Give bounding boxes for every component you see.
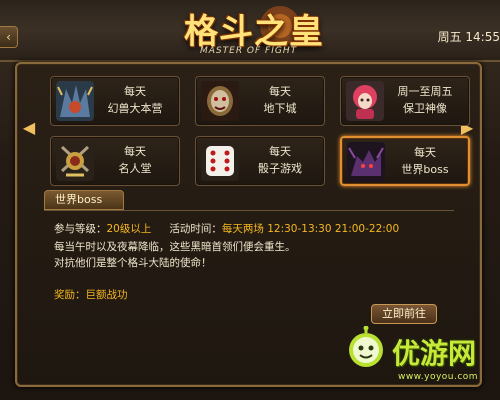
description-line-1: 每当午时以及夜幕降临，这些黑暗首领们便会重生。 xyxy=(54,241,296,253)
card-dice-game[interactable]: 每天 骰子游戏 xyxy=(195,136,325,186)
activity-detail: 世界boss 参与等级：20级以上 活动时间：每天两场 12:30-13:30 2… xyxy=(44,190,454,324)
card-title: 名人堂 xyxy=(118,162,152,175)
activity-grid: 每天 幻兽大本营 每天 地下城 周一至周五 保卫神像 每天 名人堂 每天 骰子游戏 每天世… xyxy=(50,76,470,186)
card-dungeon[interactable]: 每天 地下城 xyxy=(195,76,325,126)
logo-subtitle: MASTER OF FIGHT xyxy=(200,46,298,56)
card-guard-statue[interactable]: 周一至周五 保卫神像 xyxy=(340,76,470,126)
card-schedule: 每天 xyxy=(414,146,436,159)
watermark: 优游网 www.yoyou.com xyxy=(338,318,498,398)
card-title: 骰子游戏 xyxy=(258,162,302,175)
detail-tab: 世界boss xyxy=(44,190,124,210)
description-line-2: 对抗他们是整个格斗大陆的使命！ xyxy=(54,257,212,269)
beast-camp-icon xyxy=(56,81,94,121)
dungeon-icon xyxy=(201,81,239,121)
mascot-logo-icon xyxy=(344,325,388,376)
card-title: 地下城 xyxy=(263,102,297,115)
level-label: 参与等级： xyxy=(54,223,107,235)
card-schedule: 周一至周五 xyxy=(397,85,453,98)
card-title: 世界boss xyxy=(401,163,449,176)
hall-of-fame-icon xyxy=(56,141,94,181)
game-logo: 格斗之皇 MASTER OF FIGHT xyxy=(170,4,350,62)
card-schedule: 每天 xyxy=(269,85,291,98)
back-button[interactable]: ‹ xyxy=(0,26,18,48)
time-value: 每天两场 12:30-13:30 21:00-22:00 xyxy=(221,223,400,235)
card-title: 幻兽大本营 xyxy=(107,102,163,115)
card-schedule: 每天 xyxy=(124,145,146,158)
watermark-url: www.yoyou.com xyxy=(398,372,479,382)
detail-body: 参与等级：20级以上 活动时间：每天两场 12:30-13:30 21:00-22… xyxy=(44,210,454,324)
guard-statue-icon xyxy=(346,81,384,121)
card-title: 保卫神像 xyxy=(403,102,447,115)
detail-requirements: 参与等级：20级以上 活动时间：每天两场 12:30-13:30 21:00-22… xyxy=(54,221,399,236)
card-world-boss[interactable]: 每天世界boss xyxy=(340,136,470,186)
dice-icon xyxy=(201,141,239,181)
card-hall-of-fame[interactable]: 每天 名人堂 xyxy=(50,136,180,186)
time-label: 活动时间： xyxy=(169,223,222,235)
prev-page-arrow[interactable]: ◀ xyxy=(22,118,36,138)
world-boss-icon xyxy=(347,142,385,182)
clock: 周五 14:55 xyxy=(437,30,500,44)
reward-label: 奖励： xyxy=(54,289,86,301)
top-bar: ‹ 格斗之皇 MASTER OF FIGHT 周五 14:55 xyxy=(0,0,500,62)
card-beast-camp[interactable]: 每天 幻兽大本营 xyxy=(50,76,180,126)
level-value: 20级以上 xyxy=(106,223,152,235)
watermark-text: 优游网 xyxy=(392,337,477,370)
card-schedule: 每天 xyxy=(124,85,146,98)
card-schedule: 每天 xyxy=(269,145,291,158)
reward-value: 巨额战功 xyxy=(85,289,128,301)
reward: 奖励：巨额战功 xyxy=(54,287,128,302)
